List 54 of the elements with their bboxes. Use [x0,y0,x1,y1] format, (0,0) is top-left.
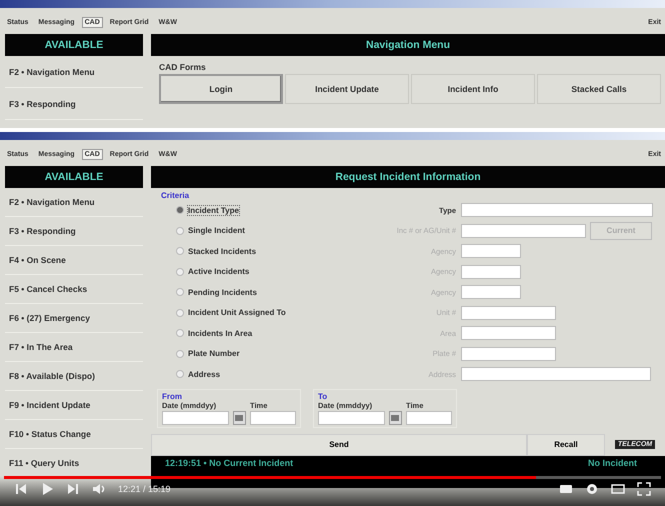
form-button[interactable]: Incident Update [285,74,409,104]
shortcut-item[interactable]: F3 • Responding [5,88,143,120]
calendar-icon [391,414,400,420]
form-button[interactable]: Incident Info [411,74,535,104]
input-field[interactable] [461,367,651,382]
type-dropdown[interactable] [461,203,653,218]
panel-header: Request Incident Information [151,166,665,188]
time-field[interactable] [250,410,296,424]
input-field[interactable] [461,244,521,258]
date-field[interactable] [162,410,229,424]
input-field[interactable] [461,264,521,279]
theater-icon[interactable] [611,482,625,496]
shortcut-item[interactable]: F7 • In The Area [5,333,143,362]
section-label: CAD Forms [158,61,207,74]
status-text: 12:19:51 • No Current Incident [165,458,294,468]
shortcut-item[interactable]: F3 • Responding [5,217,143,246]
time-field[interactable] [406,410,452,424]
input-field[interactable] [461,306,556,320]
date-field[interactable] [318,410,385,424]
range-title: From [162,392,183,400]
shortcut-item[interactable]: F2 • Navigation Menu [5,56,143,88]
shortcut-item[interactable]: F5 • Cancel Checks [5,275,143,304]
calendar-button[interactable] [388,410,402,424]
shortcut-item[interactable]: F10 • Status Change [5,420,143,449]
volume-icon[interactable] [92,482,106,496]
calendar-icon [235,414,244,420]
range-title: To [318,392,328,400]
shortcut-item[interactable]: F8 • Available (Dispo) [5,362,143,391]
form-button[interactable]: Stacked Calls [537,74,661,104]
input-field[interactable] [461,285,521,300]
status-header: AVAILABLE [5,166,143,188]
captions-icon[interactable] [559,482,573,496]
previous-icon[interactable] [14,482,28,496]
recall-button[interactable]: Recall [527,434,605,456]
input-field[interactable] [461,346,556,361]
fullscreen-icon[interactable] [637,482,651,496]
form-button[interactable]: Login [159,74,283,104]
calendar-button[interactable] [232,410,246,424]
input-field[interactable] [461,326,556,340]
status-text: No Incident [588,458,637,468]
criteria-label: Criteria [160,190,190,200]
play-icon[interactable] [40,482,54,496]
shortcut-item[interactable]: F4 • On Scene [5,246,143,275]
shortcut-item[interactable]: F9 • Incident Update [5,391,143,420]
status-header: AVAILABLE [5,34,143,56]
shortcut-item[interactable]: F6 • (27) Emergency [5,304,143,333]
panel-header: Navigation Menu [151,34,665,56]
send-button[interactable]: Send [151,434,527,456]
radio-button[interactable] [176,206,184,214]
input-field[interactable] [461,224,586,238]
next-icon[interactable] [66,482,80,496]
settings-icon[interactable] [585,482,599,496]
shortcut-item[interactable]: F2 • Navigation Menu [5,188,143,217]
radio-label[interactable]: Incident Type [188,206,239,215]
